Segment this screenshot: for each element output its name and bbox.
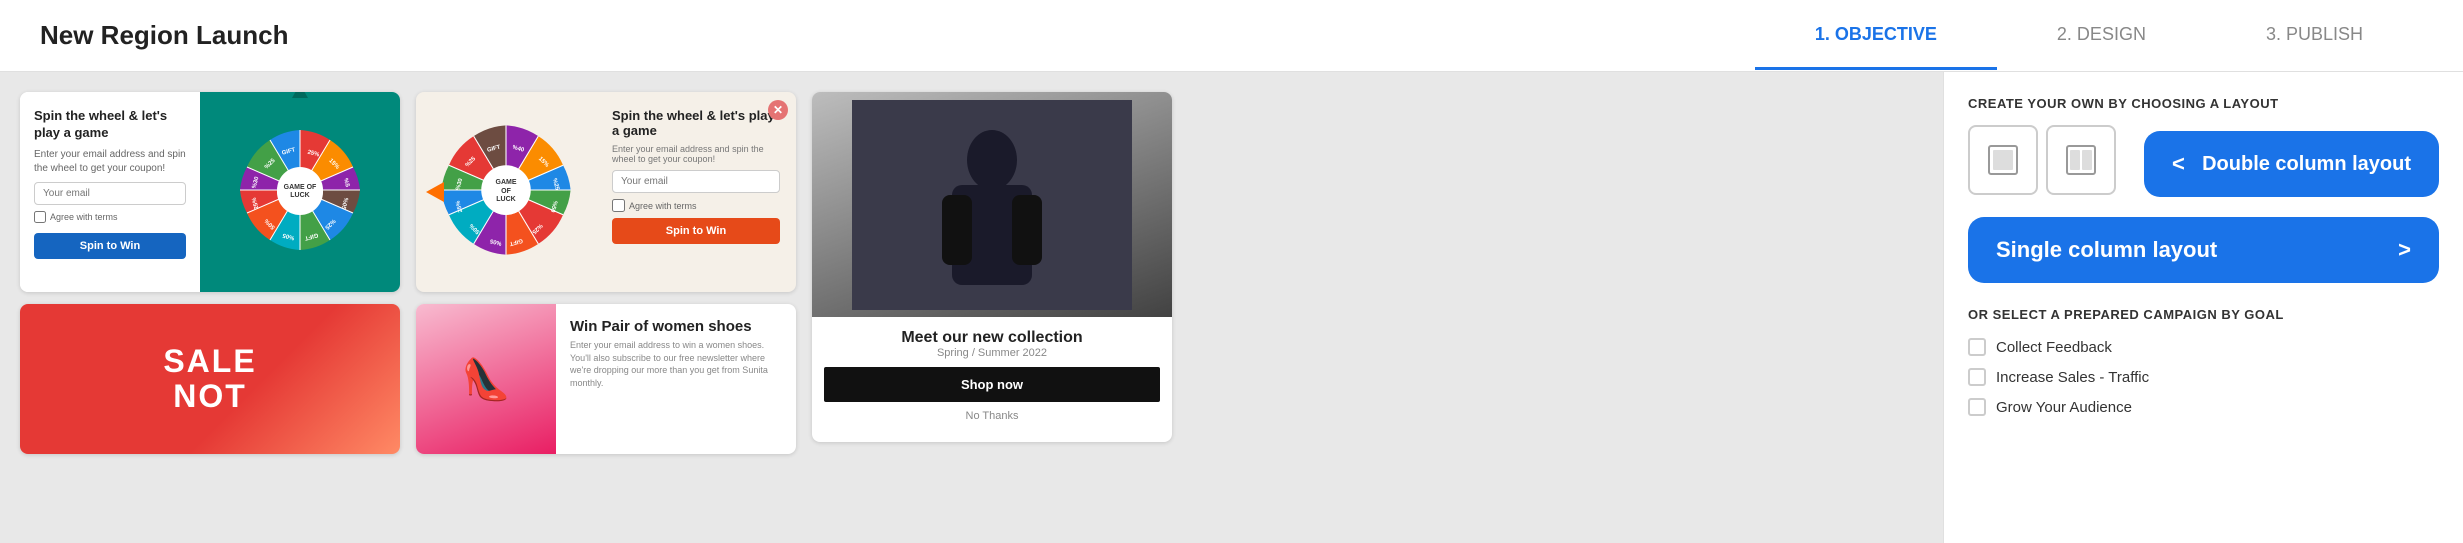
spin-card-1-email[interactable] [34,182,186,205]
shoes-title: Win Pair of women shoes [570,318,782,335]
spin-card-1-button[interactable]: Spin to Win [34,233,186,259]
tab-publish[interactable]: 3. PUBLISH [2206,2,2423,70]
goal-collect-feedback[interactable]: Collect Feedback [1968,332,2439,362]
sale-text: SALE NOT [163,344,256,414]
spin-card-1-terms: Agree with terms [34,211,186,223]
spin-card-2-content: Spin the wheel & let's play a game Enter… [596,92,796,292]
goal-section: OR SELECT A PREPARED CAMPAIGN BY GOAL Co… [1968,303,2439,422]
goal-increase-sales[interactable]: Increase Sales - Traffic [1968,362,2439,392]
single-col-chevron: > [2398,237,2411,263]
collection-body: Meet our new collection Spring / Summer … [812,317,1172,442]
collection-silhouette [852,100,1132,310]
spin-card-2-checkbox[interactable] [612,199,625,212]
spin-card-1-left: Spin the wheel & let's play a game Enter… [20,92,200,292]
shoes-content: Win Pair of women shoes Enter your email… [556,304,796,454]
tab-bar: 1. OBJECTIVE 2. DESIGN 3. PUBLISH [1755,2,2423,70]
shop-now-button[interactable]: Shop now [824,367,1160,402]
sale-card: SALE NOT [20,304,400,454]
single-col-layout-card[interactable]: Single column layout > [1968,217,2439,283]
shoes-image: 👠 [416,304,556,454]
shoes-card: 👠 Win Pair of women shoes Enter your ema… [416,304,796,454]
double-col-layout-card[interactable]: < Double column layout [2144,131,2439,197]
collection-card: Meet our new collection Spring / Summer … [812,92,1172,442]
tab-objective[interactable]: 1. OBJECTIVE [1755,2,1997,70]
spin-card-2-email[interactable] [612,170,780,193]
goal-checkbox-2[interactable] [1968,368,1986,386]
campaign-column-3: Meet our new collection Spring / Summer … [812,92,1172,523]
spin-card-1-checkbox[interactable] [34,211,46,223]
spin-card-1: Spin the wheel & let's play a game Enter… [20,92,400,292]
no-thanks-link[interactable]: No Thanks [824,402,1160,430]
single-col-icon [1983,140,2023,180]
page-title: New Region Launch [40,20,288,51]
header: New Region Launch 1. OBJECTIVE 2. DESIGN… [0,0,2463,72]
goal-grow-audience[interactable]: Grow Your Audience [1968,392,2439,422]
goal-checkbox-3[interactable] [1968,398,1986,416]
spin-card-2-terms: Agree with terms [612,199,780,212]
spin-card-2-wheel: %40 15% %25 %50 %25 GIFT %05 50% 25% %30 [416,92,596,292]
layout-icons-group [1968,125,2116,195]
spin-card-1-title: Spin the wheel & let's play a game [34,108,186,142]
spin-card-2: ✕ [416,92,796,292]
goal-checkbox-1[interactable] [1968,338,1986,356]
wheel-pointer-top [292,92,308,98]
double-col-chevron: < [2172,151,2185,177]
spin-card-1-desc: Enter your email address and spin the wh… [34,148,186,176]
collection-subtitle: Spring / Summer 2022 [824,347,1160,359]
tab-design[interactable]: 2. DESIGN [1997,2,2206,70]
right-panel: CREATE YOUR OWN BY CHOOSING A LAYOUT [1943,72,2463,543]
wheel-arrow-2 [426,182,444,202]
spin-card-2-button[interactable]: Spin to Win [612,218,780,244]
create-section-title: CREATE YOUR OWN BY CHOOSING A LAYOUT [1968,96,2439,111]
spin-card-2-title: Spin the wheel & let's play a game [612,108,780,138]
goal-label-1: Collect Feedback [1996,339,2112,356]
single-col-label: Single column layout [1996,237,2217,263]
shoes-description: Enter your email address to win a women … [570,339,782,389]
spin-card-2-desc: Enter your email address and spin the wh… [612,144,780,164]
main-content: Spin the wheel & let's play a game Enter… [0,72,2463,543]
double-col-label: Double column layout [2202,153,2411,176]
goal-label-2: Increase Sales - Traffic [1996,369,2149,386]
collection-image [812,92,1172,317]
spin-card-1-wheel: 25% 15% %5 %05 %25 GIFT %05 50% 25% %30 [200,92,400,292]
or-select-title: OR SELECT A PREPARED CAMPAIGN BY GOAL [1968,307,2439,322]
collection-title: Meet our new collection [824,329,1160,347]
canvas-area: Spin the wheel & let's play a game Enter… [0,72,1943,543]
wheel-center-2: GAMEOFLUCK [483,169,529,215]
campaign-column-2: ✕ [416,92,796,523]
wheel-center-label: GAME OF LUCK [277,169,323,215]
campaign-column-1: Spin the wheel & let's play a game Enter… [20,92,400,523]
double-col-icon-btn[interactable] [2046,125,2116,195]
goal-label-3: Grow Your Audience [1996,399,2132,416]
single-col-layout-section: Single column layout > [1968,217,2439,283]
close-button-spin2[interactable]: ✕ [768,100,788,120]
double-col-icon [2061,140,2101,180]
single-col-icon-btn[interactable] [1968,125,2038,195]
